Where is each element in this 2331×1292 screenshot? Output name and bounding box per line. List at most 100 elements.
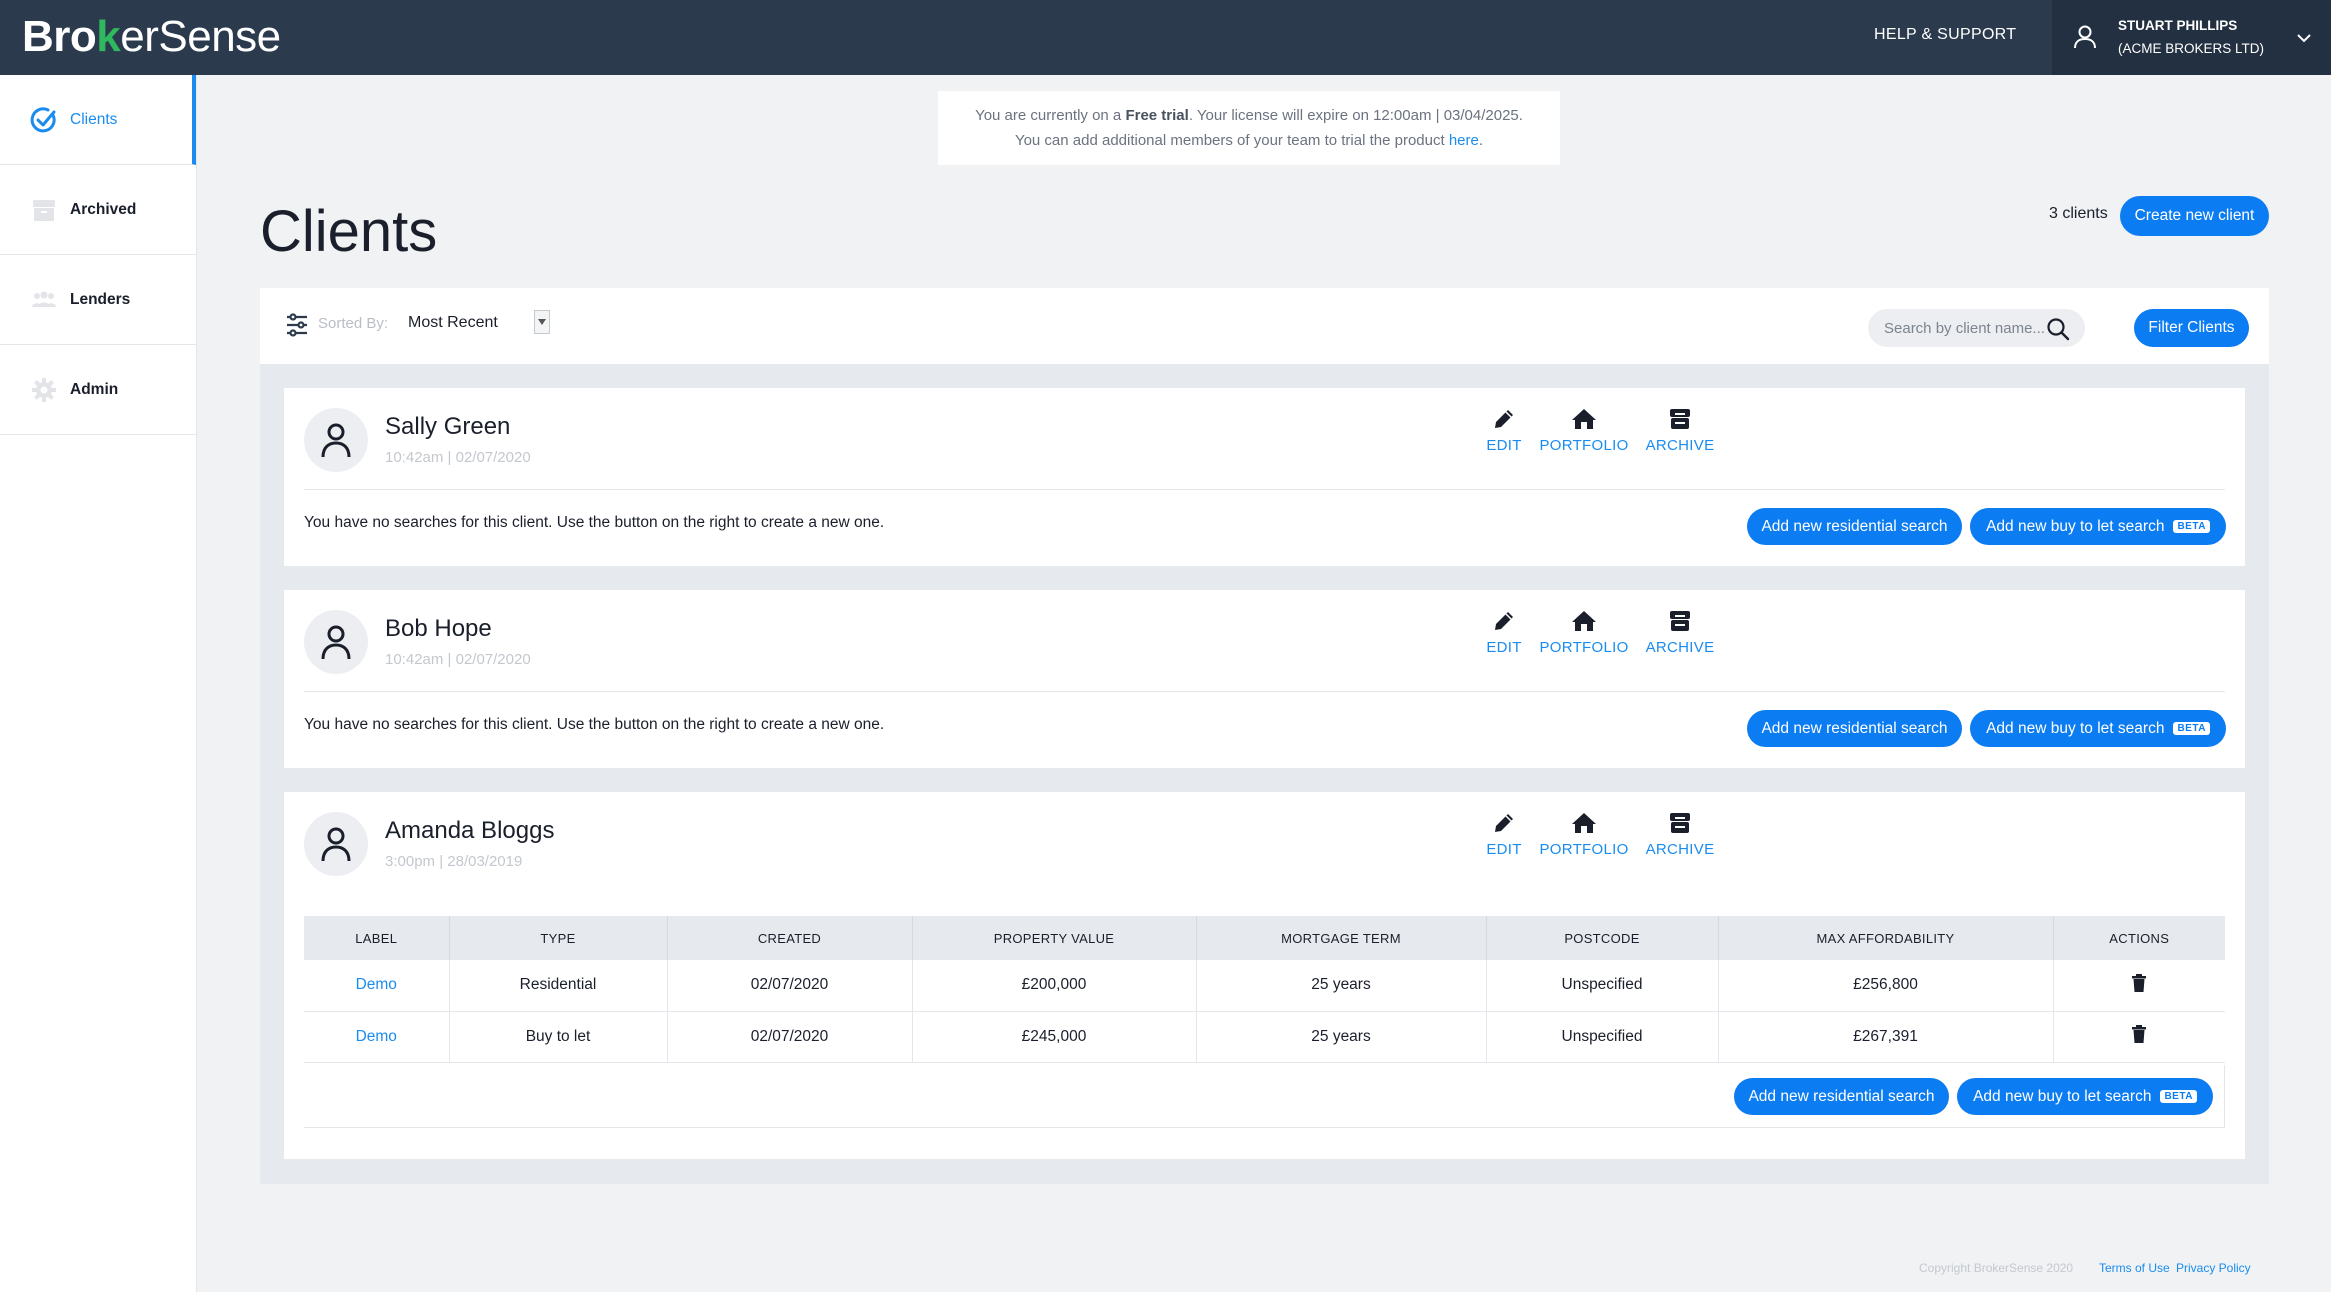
column-header[interactable]: POSTCODE — [1486, 916, 1719, 960]
beta-badge: BETA — [2173, 520, 2210, 533]
table-row: Demo Buy to let 02/07/2020 £245,000 25 y… — [304, 1011, 2225, 1063]
help-support-link[interactable]: HELP & SUPPORT — [1874, 26, 2016, 44]
search-label-link[interactable]: Demo — [304, 960, 450, 1012]
no-searches-message: You have no searches for this client. Us… — [304, 514, 885, 531]
pencil-icon — [1495, 612, 1513, 630]
no-searches-message: You have no searches for this client. Us… — [304, 716, 885, 733]
sliders-icon[interactable] — [285, 312, 309, 338]
archive-box-icon — [33, 199, 55, 221]
sort-dropdown[interactable] — [534, 310, 550, 334]
sidebar-item-label: Lenders — [70, 290, 131, 308]
portfolio-button[interactable]: PORTFOLIO — [1534, 407, 1634, 454]
add-residential-search-button[interactable]: Add new residential search — [1747, 710, 1962, 747]
user-organization: (ACME BROKERS LTD) — [2118, 41, 2265, 56]
user-menu[interactable]: STUART PHILLIPS (ACME BROKERS LTD) — [2052, 0, 2331, 75]
search-input[interactable] — [1884, 309, 2054, 347]
people-group-icon — [32, 291, 56, 307]
sorted-by-label: Sorted By: — [318, 315, 389, 332]
client-timestamp: 10:42am | 02/07/2020 — [385, 651, 531, 668]
table-footer: Add new residential search Add new buy t… — [304, 1065, 2225, 1128]
client-card: Amanda Bloggs 3:00pm | 28/03/2019 EDIT P… — [284, 792, 2245, 1159]
archive-box-icon — [1670, 813, 1690, 833]
client-timestamp: 3:00pm | 28/03/2019 — [385, 853, 523, 870]
sidebar-item-lenders[interactable]: Lenders — [0, 255, 196, 345]
user-name: STUART PHILLIPS — [2118, 18, 2238, 33]
gear-icon — [32, 377, 56, 402]
sidebar-item-clients[interactable]: Clients — [0, 75, 196, 165]
archive-box-icon — [1670, 409, 1690, 429]
column-header[interactable]: MAX AFFORDABILITY — [1718, 916, 2054, 960]
portfolio-button[interactable]: PORTFOLIO — [1534, 811, 1634, 858]
check-circle-icon — [30, 106, 56, 132]
sidebar: Clients Archived Lenders Admin — [0, 75, 197, 1292]
add-buy-to-let-search-button[interactable]: Add new buy to let search BETA — [1970, 710, 2226, 747]
client-timestamp: 10:42am | 02/07/2020 — [385, 449, 531, 466]
client-count: 3 clients — [2049, 205, 2108, 222]
chevron-down-icon[interactable] — [2294, 28, 2314, 48]
clients-toolbar: Sorted By: Most Recent Filter Clients — [260, 288, 2269, 364]
sidebar-item-admin[interactable]: Admin — [0, 345, 196, 435]
filter-clients-button[interactable]: Filter Clients — [2134, 309, 2249, 347]
user-icon — [2074, 25, 2096, 49]
sidebar-item-archived[interactable]: Archived — [0, 165, 196, 255]
max-affordability: £267,391 — [1718, 1011, 2054, 1063]
terms-of-use-link[interactable]: Terms of Use — [2099, 1261, 2170, 1275]
search-icon[interactable] — [2046, 317, 2070, 341]
mortgage-term: 25 years — [1196, 1011, 1487, 1063]
sidebar-item-label: Admin — [70, 380, 119, 398]
search-created: 02/07/2020 — [667, 960, 913, 1012]
add-buy-to-let-search-button[interactable]: Add new buy to let search BETA — [1957, 1078, 2213, 1115]
create-new-client-button[interactable]: Create new client — [2120, 196, 2269, 236]
caret-down-icon — [538, 319, 546, 325]
portfolio-button[interactable]: PORTFOLIO — [1534, 609, 1634, 656]
top-navbar: BrokerSense HELP & SUPPORT STUART PHILLI… — [0, 0, 2331, 75]
beta-badge: BETA — [2173, 722, 2210, 735]
search-label-link[interactable]: Demo — [304, 1011, 450, 1063]
home-icon — [1572, 611, 1596, 631]
avatar — [304, 812, 368, 876]
column-header[interactable]: MORTGAGE TERM — [1196, 916, 1487, 960]
sidebar-item-label: Clients — [70, 110, 118, 128]
sort-value[interactable]: Most Recent — [408, 314, 498, 332]
archive-client-button[interactable]: ARCHIVE — [1630, 811, 1730, 858]
column-header[interactable]: TYPE — [449, 916, 668, 960]
add-residential-search-button[interactable]: Add new residential search — [1734, 1078, 1949, 1115]
table-header-row: LABEL TYPE CREATED PROPERTY VALUE MORTGA… — [304, 916, 2225, 960]
add-buy-to-let-search-button[interactable]: Add new buy to let search BETA — [1970, 508, 2226, 545]
trial-here-link[interactable]: here — [1449, 132, 1479, 149]
client-name[interactable]: Amanda Bloggs — [385, 817, 554, 845]
postcode: Unspecified — [1486, 960, 1719, 1012]
trash-icon[interactable] — [2131, 973, 2147, 992]
divider — [304, 691, 2225, 692]
privacy-policy-link[interactable]: Privacy Policy — [2176, 1261, 2251, 1275]
brokersense-logo[interactable]: BrokerSense — [22, 14, 281, 60]
table-row: Demo Residential 02/07/2020 £200,000 25 … — [304, 960, 2225, 1012]
copyright-text: Copyright BrokerSense 2020 — [1919, 1261, 2074, 1275]
archive-client-button[interactable]: ARCHIVE — [1630, 609, 1730, 656]
trash-icon[interactable] — [2131, 1025, 2147, 1043]
client-card: Bob Hope 10:42am | 02/07/2020 EDIT PORTF… — [284, 590, 2245, 768]
client-name[interactable]: Bob Hope — [385, 615, 492, 643]
home-icon — [1572, 409, 1596, 429]
column-header[interactable]: PROPERTY VALUE — [912, 916, 1197, 960]
property-value: £245,000 — [912, 1011, 1197, 1063]
page-title: Clients — [260, 199, 438, 264]
searches-table: LABEL TYPE CREATED PROPERTY VALUE MORTGA… — [304, 916, 2225, 1063]
client-card: Sally Green 10:42am | 02/07/2020 EDIT PO… — [284, 388, 2245, 566]
property-value: £200,000 — [912, 960, 1197, 1012]
archive-client-button[interactable]: ARCHIVE — [1630, 407, 1730, 454]
avatar — [304, 408, 368, 472]
client-name[interactable]: Sally Green — [385, 413, 510, 441]
search-created: 02/07/2020 — [667, 1011, 913, 1063]
row-actions — [2053, 960, 2225, 1012]
column-header[interactable]: LABEL — [304, 916, 450, 960]
mortgage-term: 25 years — [1196, 960, 1487, 1012]
column-header[interactable]: CREATED — [667, 916, 913, 960]
search-type: Residential — [449, 960, 668, 1012]
add-residential-search-button[interactable]: Add new residential search — [1747, 508, 1962, 545]
client-search — [1868, 309, 2085, 347]
clients-list: Sally Green 10:42am | 02/07/2020 EDIT PO… — [260, 364, 2269, 1184]
postcode: Unspecified — [1486, 1011, 1719, 1063]
archive-box-icon — [1670, 611, 1690, 631]
user-icon — [321, 625, 351, 660]
